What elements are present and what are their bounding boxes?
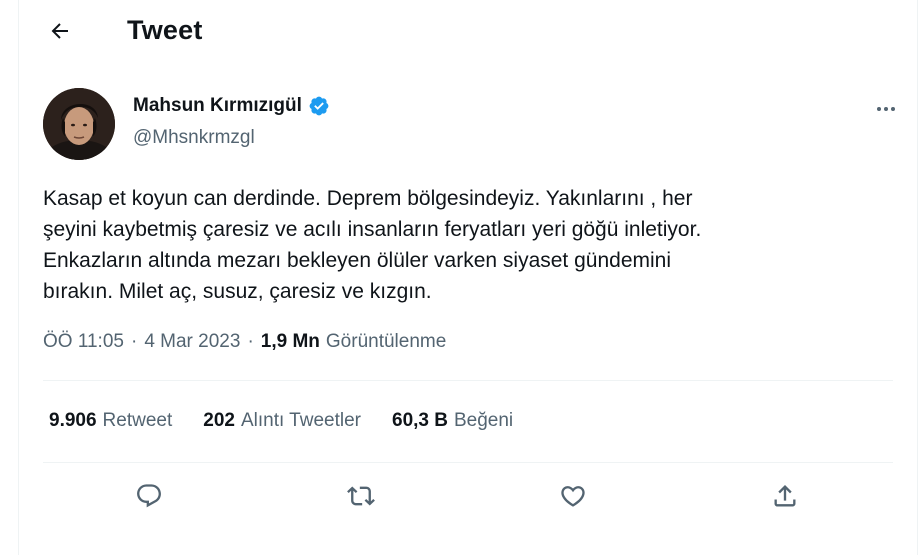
more-options-button[interactable] [869,92,903,126]
retweets-label: Retweet [102,410,173,431]
views-label: Görüntülenme [325,331,447,352]
retweet-button[interactable] [343,478,379,514]
author-display-name[interactable]: Mahsun Kırmızıgül [133,95,302,117]
reply-icon [137,484,161,508]
share-icon [774,485,796,507]
share-button[interactable] [767,478,803,514]
tweet-actions [19,476,917,516]
header: Tweet [19,0,917,62]
retweets-count: 9.906 [49,410,97,431]
verified-badge-icon [309,96,329,116]
back-button[interactable] [43,14,77,48]
views-count: 1,9 Mn [260,331,320,352]
tweet-text: Kasap et koyun can derdinde. Deprem bölg… [43,187,702,303]
separator-dot: · [130,331,138,352]
quotes-stat[interactable]: 202 Alıntı Tweetler [203,410,361,432]
quotes-label: Alıntı Tweetler [240,410,361,431]
likes-count: 60,3 B [392,410,448,431]
quotes-count: 202 [203,410,235,431]
divider [43,380,893,381]
tweet-detail-panel: Tweet Mahsun Kırmızıgül @Mhsnkrmzgl Kasa… [18,0,918,555]
tweet-meta: ÖÖ 11:05 · 4 Mar 2023 · 1,9 Mn Görüntüle… [43,331,446,353]
author-name-row[interactable]: Mahsun Kırmızıgül [133,95,330,117]
likes-label: Beğeni [453,410,514,431]
author-handle[interactable]: @Mhsnkrmzgl [133,127,255,149]
separator-dot: · [247,331,254,352]
likes-stat[interactable]: 60,3 B Beğeni [392,410,513,432]
divider [43,462,893,463]
tweet-time[interactable]: ÖÖ 11:05 [43,331,124,353]
like-button[interactable] [555,478,591,514]
avatar[interactable] [43,88,115,160]
retweets-stat[interactable]: 9.906 Retweet [49,410,172,432]
tweet-stats: 9.906 Retweet 202 Alıntı Tweetler 60,3 B… [49,410,544,432]
like-icon [561,486,585,507]
page-title: Tweet [127,15,203,45]
arrow-left-icon [51,23,68,39]
tweet-date[interactable]: 4 Mar 2023 [144,331,240,353]
more-icon [877,107,895,111]
retweet-icon [347,486,375,506]
reply-button[interactable] [131,478,167,514]
avatar-image [43,88,115,160]
